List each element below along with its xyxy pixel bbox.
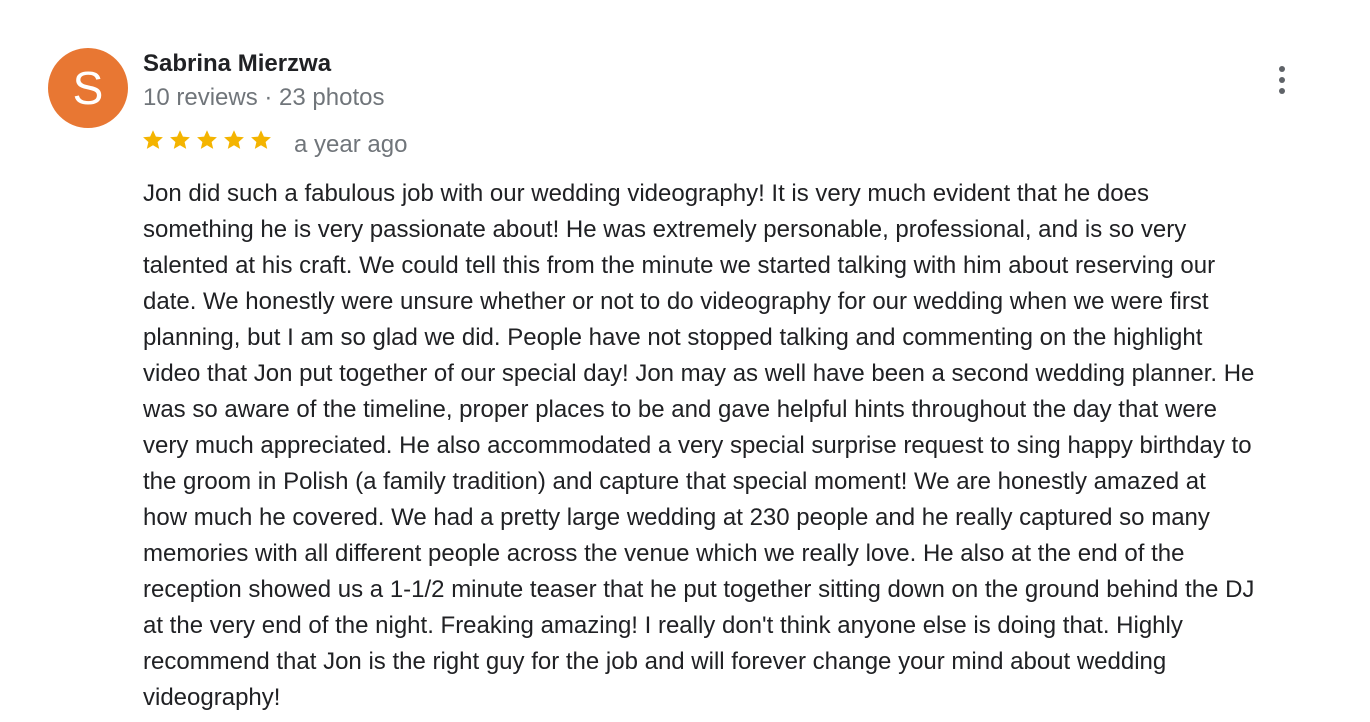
author-name[interactable]: Sabrina Mierzwa <box>143 50 331 78</box>
review-text-line: talented at his craft. We could tell thi… <box>143 252 1216 279</box>
review-text-line: reception showed us a 1-1/2 minute tease… <box>143 576 1255 603</box>
review-text-line: at the very end of the night. Freaking a… <box>143 612 1183 639</box>
review-text-line: date. We honestly were unsure whether or… <box>143 288 1209 315</box>
review-text-line: recommend that Jon is the right guy for … <box>143 648 1167 675</box>
review-card: S Sabrina Mierzwa 10 reviews · 23 photos… <box>0 0 1370 722</box>
avatar[interactable]: S <box>48 48 128 128</box>
review-text: Jon did such a fabulous job with our wed… <box>143 176 1358 716</box>
star-icon <box>249 128 273 152</box>
review-text-line: planning, but I am so glad we did. Peopl… <box>143 324 1203 351</box>
star-icon <box>222 128 246 152</box>
review-text-line: memories with all different people acros… <box>143 540 1185 567</box>
avatar-initial: S <box>72 62 104 114</box>
more-options-button[interactable] <box>1266 62 1298 98</box>
star-rating <box>141 128 273 152</box>
review-text-line: very much appreciated. He also accommoda… <box>143 432 1252 459</box>
review-text-line: Jon did such a fabulous job with our wed… <box>143 180 1149 207</box>
star-icon <box>141 128 165 152</box>
star-icon <box>195 128 219 152</box>
review-text-line: was so aware of the timeline, proper pla… <box>143 396 1217 423</box>
review-text-line: the groom in Polish (a family tradition)… <box>143 468 1206 495</box>
review-text-line: video that Jon put together of our speci… <box>143 360 1255 387</box>
more-vertical-icon <box>1279 66 1285 94</box>
author-meta[interactable]: 10 reviews · 23 photos <box>143 84 384 112</box>
review-date: a year ago <box>294 131 408 158</box>
review-text-line: videography! <box>143 684 281 711</box>
review-text-line: something he is very passionate about! H… <box>143 216 1187 243</box>
review-text-line: how much he covered. We had a pretty lar… <box>143 504 1210 531</box>
star-icon <box>168 128 192 152</box>
